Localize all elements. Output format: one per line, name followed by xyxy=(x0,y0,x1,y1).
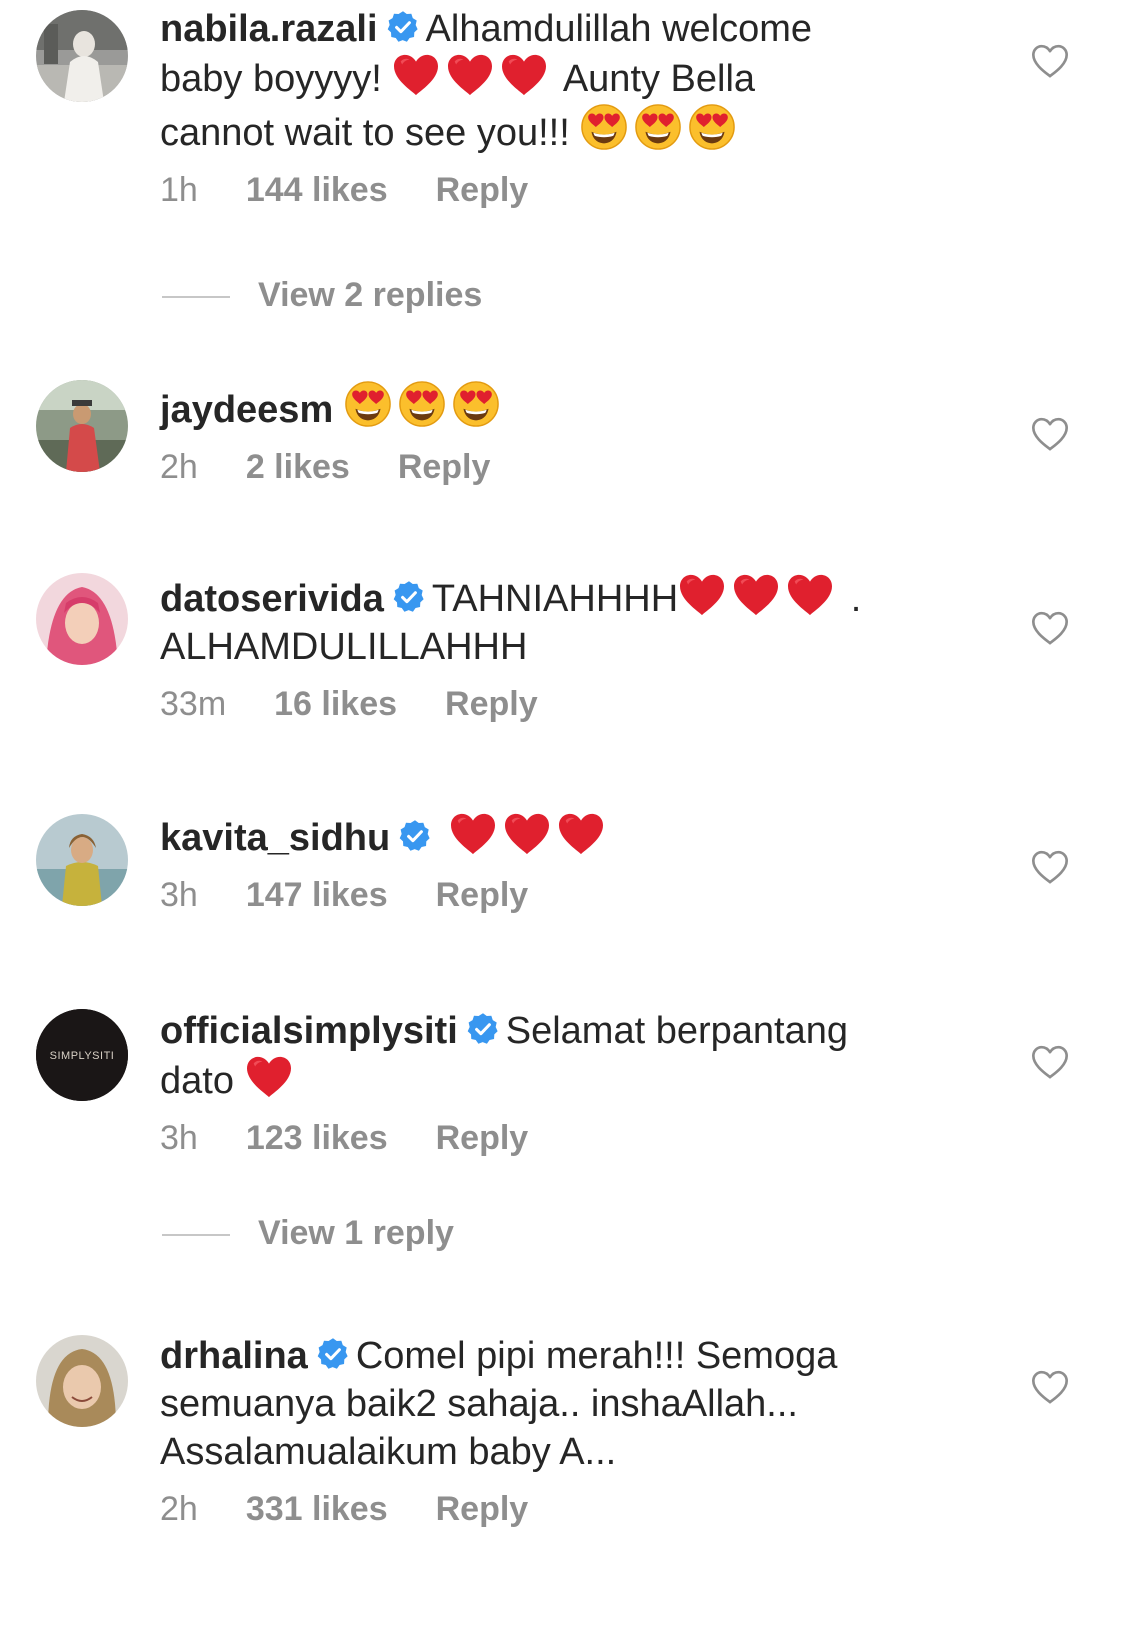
like-count[interactable]: 147 likes xyxy=(246,876,388,914)
avatar-logo-text: SIMPLYSITI xyxy=(50,1050,115,1062)
like-count[interactable]: 16 likes xyxy=(274,685,397,723)
comment-meta: 2h 2 likes Reply xyxy=(160,448,960,487)
red-heart-emoji-icon xyxy=(786,573,834,617)
comment-text-part: TAHNIAHHHH xyxy=(431,578,679,620)
comment-text: jaydeesm xyxy=(160,380,960,434)
red-heart-emoji-icon xyxy=(392,53,440,97)
reply-button[interactable]: Reply xyxy=(436,1119,529,1157)
comment-text-part: cannot wait to see you!!! xyxy=(160,112,570,154)
red-heart-emoji-icon xyxy=(732,573,780,617)
avatar[interactable]: SIMPLYSITI xyxy=(36,1009,128,1101)
heart-outline-icon[interactable] xyxy=(1030,42,1070,82)
reply-button[interactable]: Reply xyxy=(398,448,491,486)
comment-text-part: Aunty Bella xyxy=(562,58,756,100)
heart-eyes-emoji-icon xyxy=(634,103,682,151)
red-heart-emoji-icon xyxy=(503,812,551,856)
red-heart-emoji-icon xyxy=(500,53,548,97)
heart-outline-icon[interactable] xyxy=(1030,848,1070,888)
verified-badge-icon xyxy=(466,1012,500,1046)
heart-outline-icon[interactable] xyxy=(1030,1043,1070,1083)
heart-eyes-emoji-icon xyxy=(398,380,446,428)
comment-username[interactable]: jaydeesm xyxy=(160,389,333,431)
comment-meta: 1h 144 likes Reply xyxy=(160,171,960,210)
red-heart-emoji-icon xyxy=(449,812,497,856)
like-count[interactable]: 331 likes xyxy=(246,1490,388,1528)
comment-username[interactable]: datoserivida xyxy=(160,578,384,620)
comment-text-part: Alhamdulillah welcome xyxy=(425,8,813,50)
avatar[interactable] xyxy=(36,10,128,102)
comment-text: drhalina Comel pipi merah!!! Semoga semua… xyxy=(160,1332,960,1476)
comment-time: 2h xyxy=(160,448,198,486)
verified-badge-icon xyxy=(398,819,432,853)
comment-text-part: semuanya baik2 sahaja.. inshaAllah... xyxy=(160,1383,798,1425)
view-replies-button[interactable]: View 1 reply xyxy=(162,1214,454,1253)
avatar[interactable] xyxy=(36,573,128,665)
reply-divider xyxy=(162,296,230,299)
comment-text-part: Comel pipi merah!!! Semoga xyxy=(355,1335,838,1377)
comment-username[interactable]: officialsimplysiti xyxy=(160,1010,458,1052)
comment-time: 2h xyxy=(160,1490,198,1528)
reply-button[interactable]: Reply xyxy=(436,171,529,209)
heart-eyes-emoji-icon xyxy=(688,103,736,151)
reply-divider xyxy=(162,1234,230,1237)
comment-username[interactable]: nabila.razali xyxy=(160,8,378,50)
comment-time: 3h xyxy=(160,876,198,914)
heart-outline-icon[interactable] xyxy=(1030,415,1070,455)
heart-eyes-emoji-icon xyxy=(344,380,392,428)
red-heart-emoji-icon xyxy=(678,573,726,617)
reply-button[interactable]: Reply xyxy=(436,1490,529,1528)
comment-text: kavita_sidhu xyxy=(160,812,960,862)
comment-username[interactable]: drhalina xyxy=(160,1335,308,1377)
comment-text-part: Selamat berpantang xyxy=(505,1010,848,1052)
comment-text: officialsimplysiti Selamat berpantang dat… xyxy=(160,1007,960,1105)
reply-button[interactable]: Reply xyxy=(445,685,538,723)
view-replies-label: View 1 reply xyxy=(258,1214,454,1252)
comment-time: 33m xyxy=(160,685,227,723)
verified-badge-icon xyxy=(392,580,426,614)
comment-meta: 33m 16 likes Reply xyxy=(160,685,960,724)
comment-text-part: dato xyxy=(160,1060,234,1102)
red-heart-emoji-icon xyxy=(446,53,494,97)
heart-outline-icon[interactable] xyxy=(1030,1368,1070,1408)
comment-meta: 3h 123 likes Reply xyxy=(160,1119,960,1158)
heart-outline-icon[interactable] xyxy=(1030,609,1070,649)
comment-text-part: Assalamualaikum baby A... xyxy=(160,1431,617,1473)
avatar[interactable] xyxy=(36,380,128,472)
heart-eyes-emoji-icon xyxy=(452,380,500,428)
comment-text-part: . xyxy=(850,578,862,620)
comment-meta: 3h 147 likes Reply xyxy=(160,876,960,915)
comment-time: 1h xyxy=(160,171,198,209)
heart-eyes-emoji-icon xyxy=(580,103,628,151)
red-heart-emoji-icon xyxy=(557,812,605,856)
red-heart-emoji-icon xyxy=(245,1055,293,1099)
comment-username[interactable]: kavita_sidhu xyxy=(160,817,390,859)
view-replies-label: View 2 replies xyxy=(258,276,483,314)
like-count[interactable]: 2 likes xyxy=(246,448,350,486)
view-replies-button[interactable]: View 2 replies xyxy=(162,276,482,315)
comment-time: 3h xyxy=(160,1119,198,1157)
verified-badge-icon xyxy=(316,1337,350,1371)
comment-meta: 2h 331 likes Reply xyxy=(160,1490,960,1529)
avatar[interactable] xyxy=(36,814,128,906)
verified-badge-icon xyxy=(386,10,420,44)
reply-button[interactable]: Reply xyxy=(436,876,529,914)
comment-text: nabila.razali Alhamdulillah welcome baby … xyxy=(160,5,960,157)
like-count[interactable]: 123 likes xyxy=(246,1119,388,1157)
comment-text-part: ALHAMDULILLAHHH xyxy=(160,626,528,668)
like-count[interactable]: 144 likes xyxy=(246,171,388,209)
comment-text: datoserivida TAHNIAHHHH . ALHAMDULILLAHHH xyxy=(160,573,960,671)
avatar[interactable] xyxy=(36,1335,128,1427)
comment-text-part: baby boyyyy! xyxy=(160,58,382,100)
